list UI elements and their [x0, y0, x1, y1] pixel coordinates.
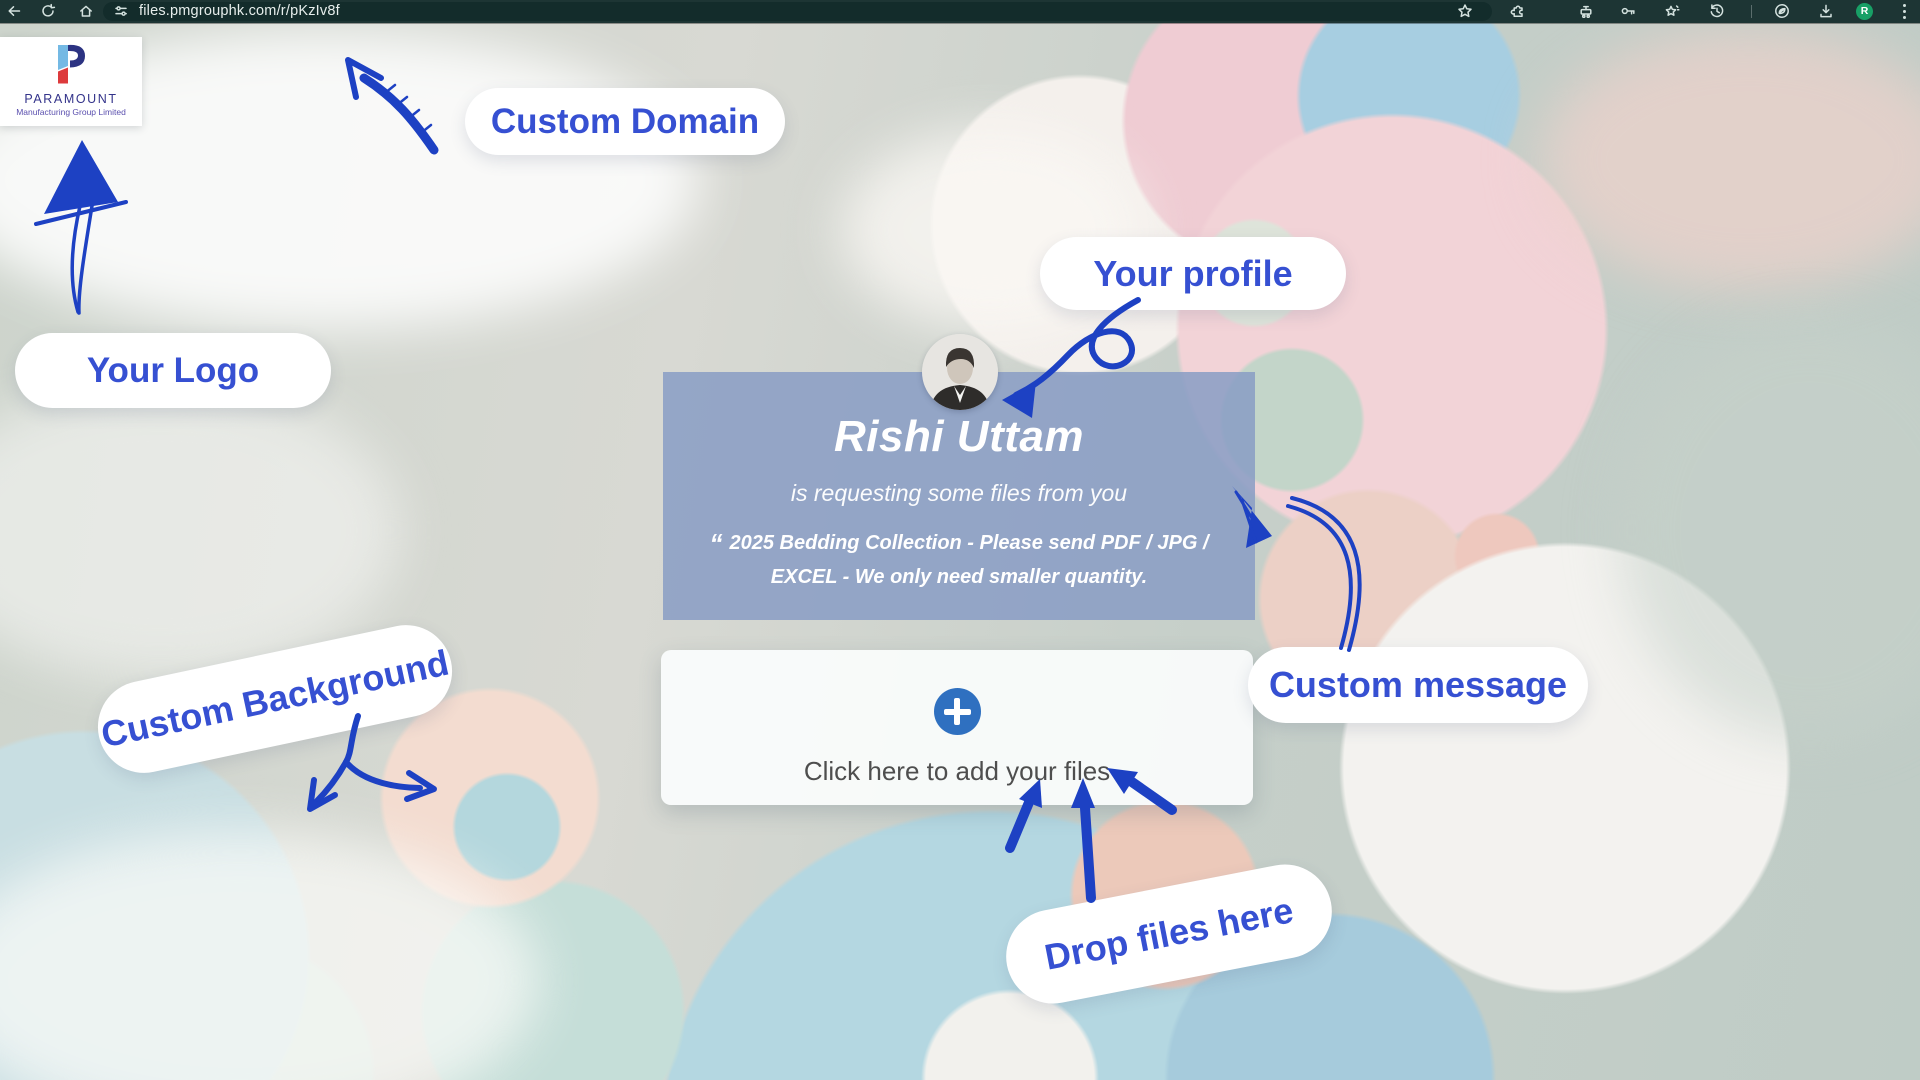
request-subtitle: is requesting some files from you: [663, 480, 1255, 507]
password-key-icon[interactable]: [1620, 3, 1636, 19]
bookmark-star-icon[interactable]: [1457, 3, 1473, 19]
browser-toolbar: files.pmgrouphk.com/r/pKzIv8f R: [0, 0, 1920, 23]
annotation-your-logo: Your Logo: [15, 333, 331, 408]
extensions-puzzle-icon[interactable]: [1510, 3, 1526, 19]
requester-name: Rishi Uttam: [663, 412, 1255, 462]
site-info-icon[interactable]: [113, 3, 129, 19]
reload-icon[interactable]: [40, 3, 56, 19]
home-icon[interactable]: [78, 3, 94, 19]
toolbar-divider: [1751, 5, 1752, 18]
paramount-logo-icon: [52, 42, 90, 91]
quote-icon: “: [709, 528, 722, 558]
url-text[interactable]: files.pmgrouphk.com/r/pKzIv8f: [139, 0, 340, 23]
request-message-line2: EXCEL - We only need smaller quantity.: [663, 566, 1255, 589]
profile-avatar: [922, 334, 998, 410]
cart-extension-icon[interactable]: [1578, 3, 1594, 19]
downloads-icon[interactable]: [1818, 3, 1834, 19]
annotation-custom-message: Custom message: [1248, 647, 1588, 723]
company-subtitle: Manufacturing Group Limited: [16, 107, 126, 117]
request-message-line1: “2025 Bedding Collection - Please send P…: [663, 528, 1255, 559]
menu-kebab-icon[interactable]: [1903, 4, 1907, 19]
dropzone-label: Click here to add your files: [804, 756, 1110, 787]
company-name: PARAMOUNT: [24, 92, 117, 106]
history-icon[interactable]: [1709, 3, 1725, 19]
company-logo-card: PARAMOUNT Manufacturing Group Limited: [0, 37, 142, 126]
annotation-your-profile: Your profile: [1040, 237, 1346, 310]
energy-saver-leaf-icon[interactable]: [1774, 3, 1790, 19]
file-dropzone[interactable]: Click here to add your files: [661, 650, 1253, 805]
screen: files.pmgrouphk.com/r/pKzIv8f R: [0, 0, 1920, 1080]
browser-profile-avatar[interactable]: R: [1856, 3, 1873, 20]
annotation-custom-domain: Custom Domain: [465, 88, 785, 155]
file-request-card: Rishi Uttam is requesting some files fro…: [663, 372, 1255, 620]
plus-icon: [934, 688, 981, 735]
back-icon[interactable]: [6, 3, 22, 19]
sparkle-star-icon[interactable]: [1664, 3, 1680, 19]
